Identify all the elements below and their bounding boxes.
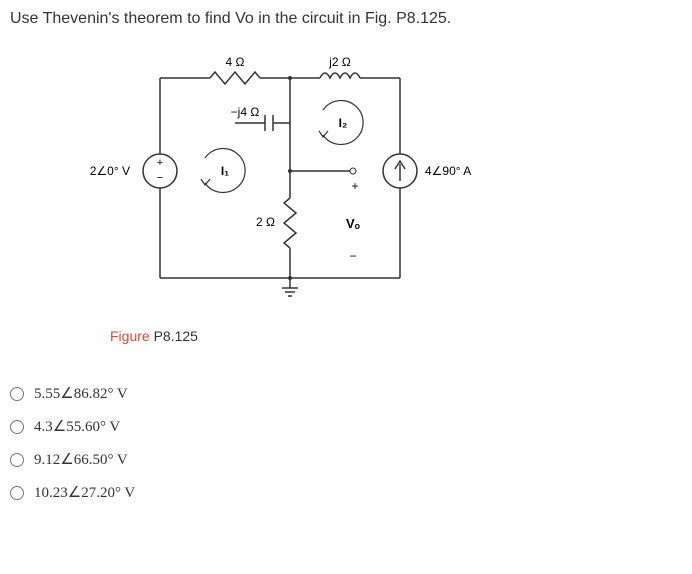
option-radio[interactable] — [10, 387, 24, 401]
answer-options: 5.55∠86.82° V 4.3∠55.60° V 9.12∠66.50° V… — [10, 384, 682, 502]
figure-label: Figure P8.125 — [110, 328, 682, 344]
option-radio[interactable] — [10, 486, 24, 500]
option-row[interactable]: 5.55∠86.82° V — [10, 384, 682, 403]
option-label: 5.55∠86.82° V — [34, 384, 128, 403]
figure-number: P8.125 — [154, 328, 198, 344]
c1-label: −j4 Ω — [231, 105, 260, 119]
option-row[interactable]: 9.12∠66.50° V — [10, 450, 682, 469]
i2-label: I₂ — [339, 116, 348, 130]
option-row[interactable]: 10.23∠27.20° V — [10, 483, 682, 502]
option-row[interactable]: 4.3∠55.60° V — [10, 417, 682, 436]
vsource-label: 12∠0° V — [90, 164, 130, 178]
vo-label: Vₒ — [346, 216, 361, 231]
option-radio[interactable] — [10, 420, 24, 434]
option-label: 9.12∠66.50° V — [34, 450, 128, 469]
circuit-diagram: 4 Ω j2 Ω + − 12∠0° V −j4 Ω — [90, 48, 490, 308]
vo-minus: − — [349, 249, 356, 263]
question-text: Use Thevenin's theorem to find Vo in the… — [10, 10, 682, 28]
vo-plus: + — [351, 179, 358, 193]
option-label: 4.3∠55.60° V — [34, 417, 120, 436]
option-label: 10.23∠27.20° V — [34, 483, 135, 502]
i1-label: I₁ — [221, 164, 229, 178]
option-radio[interactable] — [10, 453, 24, 467]
r2-label: 2 Ω — [256, 215, 275, 229]
l1-label: j2 Ω — [328, 55, 351, 69]
vsource-minus: − — [157, 172, 163, 184]
isource-label: 4∠90° A — [425, 164, 471, 178]
r1-label: 4 Ω — [226, 55, 245, 69]
vsource-plus: + — [157, 157, 163, 169]
circuit-svg: 4 Ω j2 Ω + − 12∠0° V −j4 Ω — [90, 48, 490, 308]
figure-prefix: Figure — [110, 328, 154, 344]
